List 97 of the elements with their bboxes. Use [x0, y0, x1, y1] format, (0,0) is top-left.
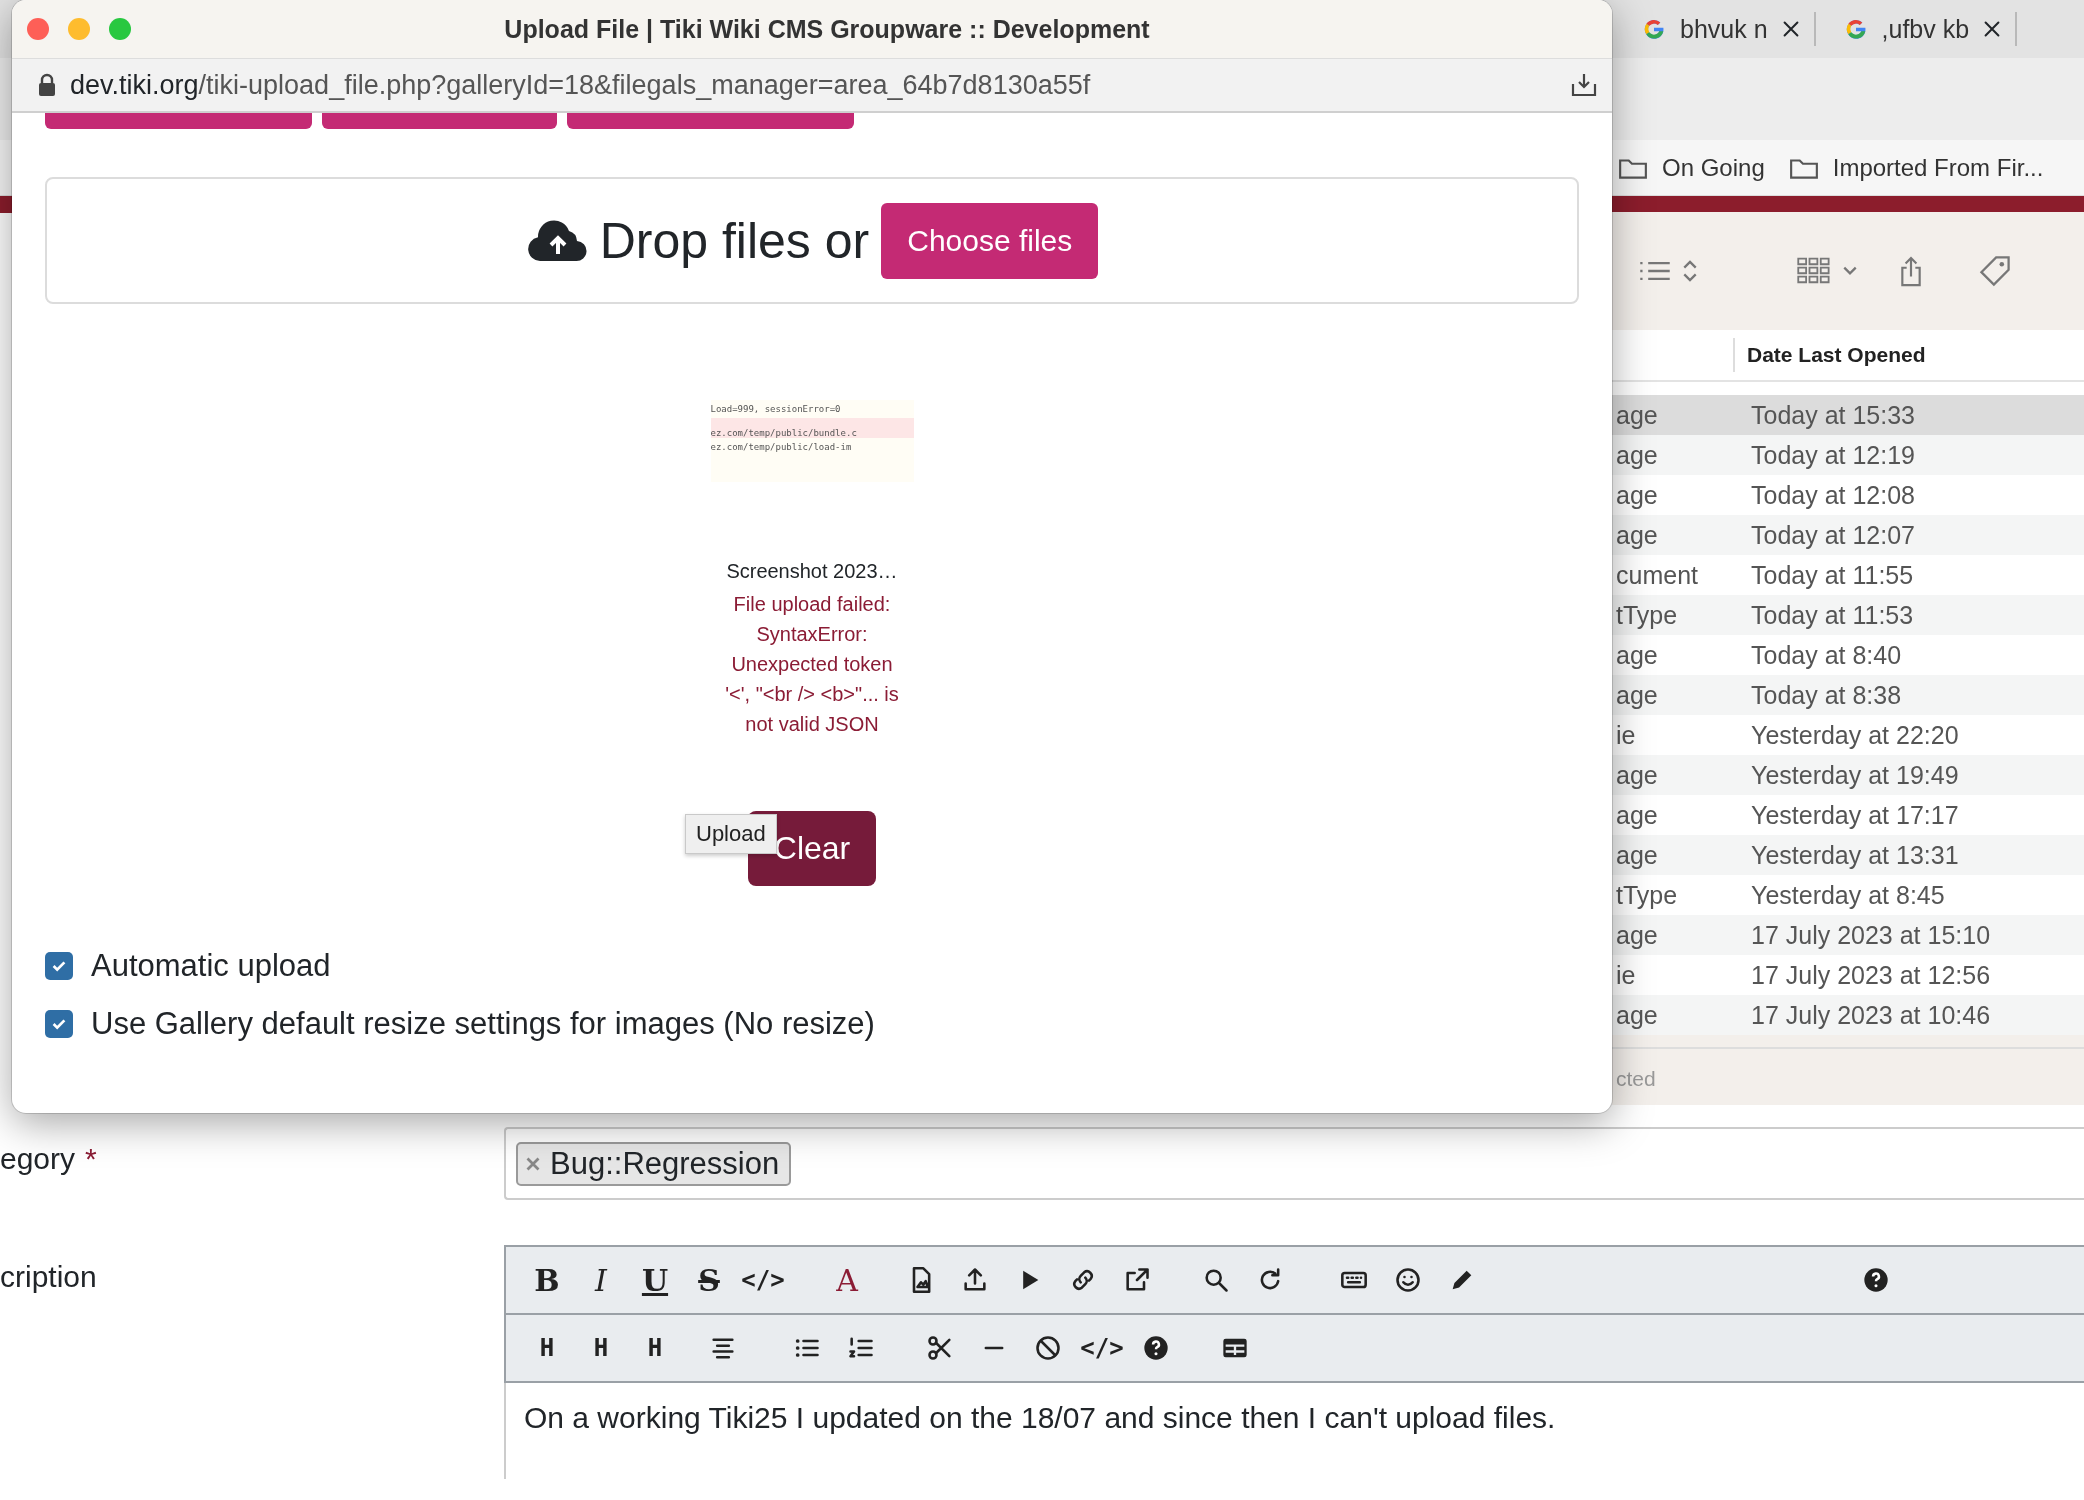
date-cell: Yesterday at 22:20: [1751, 720, 1959, 750]
date-cell: Yesterday at 13:31: [1751, 840, 1959, 870]
smiley-icon[interactable]: [1394, 1266, 1422, 1294]
tag-icon[interactable]: [1978, 254, 2012, 288]
date-cell: Today at 11:55: [1751, 560, 1914, 590]
toolbar-button[interactable]: H: [578, 1325, 624, 1371]
window-title: Upload File | Tiki Wiki CMS Groupware :: Development: [503, 14, 1151, 44]
file-row[interactable]: cument Today at 11:55: [1612, 555, 2084, 595]
date-cell: Today at 12:07: [1751, 520, 1915, 550]
file-row[interactable]: tType Today at 11:53: [1612, 595, 2084, 635]
external-link-icon[interactable]: [1123, 1266, 1151, 1294]
file-row[interactable]: age Yesterday at 13:31: [1612, 835, 2084, 875]
required-mark: *: [85, 1141, 97, 1176]
file-row[interactable]: tType Yesterday at 8:45: [1612, 875, 2084, 915]
checkbox[interactable]: [45, 1010, 73, 1038]
kind-cell-text: age: [1615, 1000, 1659, 1030]
share-icon[interactable]: [1898, 254, 1924, 288]
tag-label: Bug::Regression: [550, 1145, 780, 1182]
tooltip: Upload: [685, 814, 777, 854]
drop-zone[interactable]: Drop files or Choose files: [45, 177, 1579, 304]
toolbar-button[interactable]: </>: [740, 1257, 786, 1303]
help-icon[interactable]: [1142, 1334, 1170, 1362]
grid-icon[interactable]: [1796, 256, 1832, 286]
date-cell: 17 July 2023 at 15:10: [1751, 920, 1991, 950]
category-field[interactable]: Bug::Regression: [504, 1127, 2084, 1200]
kind-cell-text: age: [1615, 640, 1659, 670]
date-cell: Today at 12:19: [1751, 440, 1915, 470]
toolbar-button[interactable]: </>: [1079, 1325, 1125, 1371]
lock-icon: [38, 73, 56, 97]
date-cell: Yesterday at 8:45: [1751, 880, 1945, 910]
field-label: egory: [0, 1141, 76, 1176]
upload-icon[interactable]: [961, 1266, 989, 1294]
bookmark[interactable]: On Going: [1618, 153, 1765, 182]
field-label: cription: [0, 1259, 98, 1295]
bookmark[interactable]: Imported From Fir...: [1788, 153, 2044, 182]
toolbar-button[interactable]: A: [824, 1257, 870, 1303]
scissors-icon[interactable]: [926, 1334, 954, 1362]
kind-cell-text: tType: [1615, 600, 1679, 630]
help-icon[interactable]: [1862, 1266, 1890, 1294]
date-cell: Yesterday at 19:49: [1751, 760, 1959, 790]
toolbar-button[interactable]: B: [524, 1257, 570, 1303]
file-row[interactable]: age 17 July 2023 at 15:10: [1612, 915, 2084, 955]
kind-cell-text: ie: [1615, 960, 1637, 990]
file-name: Screenshot 2023…: [725, 560, 899, 583]
toolbar-button[interactable]: I: [578, 1257, 624, 1303]
kind-cell-text: tType: [1615, 880, 1679, 910]
file-row[interactable]: age Today at 8:40: [1612, 635, 2084, 675]
kind-cell-text: age: [1615, 800, 1659, 830]
browser-tab[interactable]: ,ufbv kb: [1829, 12, 2018, 46]
date-cell: Today at 11:53: [1751, 600, 1914, 630]
kind-cell-text: age: [1615, 680, 1659, 710]
date-cell: Today at 12:08: [1751, 480, 1915, 510]
cloud-upload-icon: [525, 218, 590, 263]
browser-tab[interactable]: bhvuk n: [1628, 12, 1816, 46]
file-row[interactable]: age Yesterday at 17:17: [1612, 795, 2084, 835]
file-row[interactable]: age Today at 12:08: [1612, 475, 2084, 515]
chevron-down-icon[interactable]: [1842, 265, 1858, 277]
kind-cell-text: age: [1615, 920, 1659, 950]
date-cell: 17 July 2023 at 10:46: [1751, 1000, 1991, 1030]
kind-cell-text: age: [1615, 440, 1659, 470]
column-header[interactable]: Date Last Opened: [1747, 343, 1926, 367]
file-row[interactable]: age Today at 8:38: [1612, 675, 2084, 715]
file-row[interactable]: age 17 July 2023 at 10:46: [1612, 995, 2084, 1035]
kind-cell-text: ie: [1615, 720, 1637, 750]
kind-cell-text: age: [1615, 840, 1659, 870]
date-cell: Today at 8:40: [1751, 640, 1902, 670]
ban-icon[interactable]: [1034, 1334, 1062, 1362]
drop-text: Drop files or: [599, 211, 870, 270]
kind-cell-text: age: [1615, 400, 1659, 430]
option-label: Automatic upload: [91, 948, 331, 984]
file-row[interactable]: age Today at 12:19: [1612, 435, 2084, 475]
kind-cell-text: age: [1615, 480, 1659, 510]
kind-cell-text: cument: [1615, 560, 1699, 590]
search-icon[interactable]: [1202, 1266, 1230, 1294]
checkbox[interactable]: [45, 952, 73, 980]
toolbar-button[interactable]: H: [632, 1325, 678, 1371]
option-label: Use Gallery default resize settings for images (No resize): [91, 1006, 875, 1042]
file-row[interactable]: ie 17 July 2023 at 12:56: [1612, 955, 2084, 995]
description-text[interactable]: On a working Tiki25 I updated on the 18/07 and since then I can't upload files.: [504, 1383, 2084, 1479]
date-cell: Today at 8:38: [1751, 680, 1902, 710]
toolbar-button[interactable]: S: [686, 1257, 732, 1303]
file-row[interactable]: age Today at 15:33: [1612, 395, 2084, 435]
choose-files-button[interactable]: Choose files: [881, 202, 1099, 279]
file-row[interactable]: ie Yesterday at 22:20: [1612, 715, 2084, 755]
download-icon[interactable]: [1570, 72, 1598, 98]
close-button[interactable]: [26, 17, 50, 41]
date-cell: Yesterday at 17:17: [1751, 800, 1959, 830]
error-message: File upload failed: SyntaxError: Unexpected token '<', "<br /> <b>"... is not valid JSON: [724, 592, 900, 737]
file-row[interactable]: age Today at 12:07: [1612, 515, 2084, 555]
kind-cell-text: age: [1615, 760, 1659, 790]
date-cell: 17 July 2023 at 12:56: [1751, 960, 1991, 990]
toolbar-button[interactable]: U: [632, 1257, 678, 1303]
date-cell: Today at 15:33: [1751, 400, 1915, 430]
image-thumbnail: Load=999, sessionError=0 ez.com/temp/public/bundle.c ez.com/temp/public/load-im: [710, 400, 914, 482]
toolbar-button[interactable]: H: [524, 1325, 570, 1371]
file-row[interactable]: age Yesterday at 19:49: [1612, 755, 2084, 795]
kind-cell-text: age: [1615, 520, 1659, 550]
